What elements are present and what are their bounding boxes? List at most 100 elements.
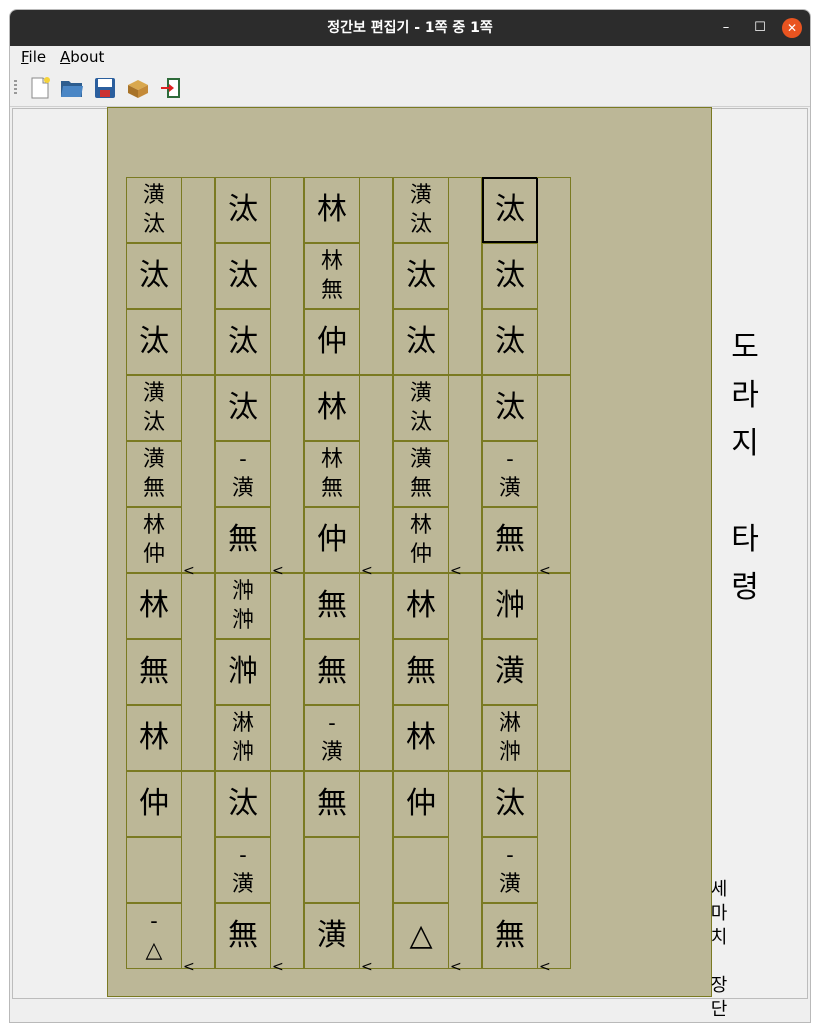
jeonggan-cell[interactable]: 林仲 [393,507,449,573]
jeonggan-cell[interactable]: 無 [482,903,538,969]
jeonggan-cell[interactable]: 仲 [304,507,360,573]
jeonggan-cell[interactable]: 林無 [304,243,360,309]
gak-divider [448,177,482,375]
toolbar-grip[interactable] [14,80,17,96]
jeonggan-cell[interactable]: 仲 [393,771,449,837]
jeonggan-cell[interactable]: 潢 [482,639,538,705]
jeonggan-cell[interactable]: 汰 [126,309,182,375]
jeonggan-cell[interactable]: 浺 [215,639,271,705]
jeonggan-cell[interactable]: 浺 [482,573,538,639]
jeonggan-cell[interactable]: 林 [393,573,449,639]
gak-divider [359,177,393,375]
close-button[interactable]: ✕ [782,18,802,38]
jeonggan-cell[interactable]: -潢 [215,837,271,903]
jeonggan-cell[interactable]: -潢 [482,837,538,903]
open-folder-icon[interactable] [60,76,84,100]
gak-divider [181,375,215,573]
jeonggan-cell[interactable]: 無 [304,573,360,639]
jeonggan-cell[interactable]: 無 [482,507,538,573]
jeonggan-cell[interactable]: 林 [304,375,360,441]
score-sheet: 潢汰汰汰潢汰潢無林仲林無林仲 - △ < < 汰汰汰汰 - 潢無浺浺浺淋浺汰 - 潢無 < < 林林無仲… [107,107,759,1020]
gak-divider [537,771,571,969]
jeonggan-cell[interactable]: 浺浺 [215,573,271,639]
note-glyph: 浺 [498,740,521,765]
exit-icon[interactable] [159,76,183,100]
jeonggan-cell[interactable]: 潢無 [126,441,182,507]
jeonggan-cell[interactable]: 潢汰 [393,177,449,243]
note-glyph: 林 [406,588,436,623]
note-glyph: - [239,447,247,472]
new-file-icon[interactable] [28,76,52,100]
note-glyph: 無 [142,476,165,501]
jeonggan-cell[interactable]: 潢汰 [126,177,182,243]
jeonggan-cell[interactable]: 林 [304,177,360,243]
menu-file[interactable]: File [21,48,46,66]
title-bar[interactable]: 정간보 편집기 - 1쪽 중 1쪽 – ☐ ✕ [10,10,810,46]
jeonggan-cell[interactable]: 林無 [304,441,360,507]
jeonggan-cell[interactable]: 汰 [215,243,271,309]
menu-about[interactable]: About [60,48,104,66]
jeonggan-cell[interactable]: 林 [393,705,449,771]
jeonggan-cell[interactable]: 無 [304,639,360,705]
note-glyph: 汰 [406,258,436,293]
jeonggan-cell[interactable] [393,837,449,903]
menu-about-label: bout [70,48,105,66]
jeonggan-cell[interactable]: 無 [304,771,360,837]
jeonggan-cell[interactable]: 無 [215,507,271,573]
note-glyph: 潢 [409,381,432,406]
jeonggan-cell[interactable]: 無 [393,639,449,705]
note-glyph: 浺 [231,579,254,604]
note-glyph: 浺 [231,740,254,765]
jeonggan-cell[interactable] [304,837,360,903]
jeonggan-cell[interactable]: 汰 [215,177,271,243]
jeonggan-cell[interactable]: 汰 [126,243,182,309]
jeonggan-cell[interactable] [126,837,182,903]
note-glyph: 淋 [498,711,521,736]
jeonggan-cell[interactable]: -潢 [304,705,360,771]
jeonggan-cell[interactable]: 汰 [482,243,538,309]
jeonggan-cell[interactable]: 淋浺 [215,705,271,771]
jeonggan-cell[interactable]: 無 [215,903,271,969]
phrase-end-arrow: < [450,959,462,975]
note-glyph: 潢 [142,447,165,472]
jeonggan-cell[interactable]: 汰 [215,309,271,375]
jeonggan-cell[interactable]: 汰 [482,177,538,243]
jeonggan-cell[interactable]: 汰 [482,771,538,837]
jeonggan-cell[interactable]: 汰 [482,375,538,441]
jeonggan-cell[interactable]: 汰 [215,771,271,837]
jeonggan-cell[interactable]: 汰 [215,375,271,441]
note-glyph: 林 [320,447,343,472]
jeonggan-cell[interactable]: 仲 [126,771,182,837]
jeonggan-cell[interactable]: 淋浺 [482,705,538,771]
rhythm-char: 세 [710,879,728,900]
jeonggan-cell[interactable]: △ [393,903,449,969]
note-glyph: 潢 [320,740,343,765]
jeonggan-cell[interactable]: -潢 [482,441,538,507]
jeonggan-cell[interactable]: -潢 [215,441,271,507]
jeonggan-cell[interactable]: 汰 [482,309,538,375]
jeonggan-cell[interactable]: 潢汰 [393,375,449,441]
jeonggan-cell[interactable]: 仲 [304,309,360,375]
jeonggan-cell[interactable]: 林仲 [126,507,182,573]
rhythm-char: 치 [710,927,728,948]
title-char: 도 [731,330,759,365]
jeonggan-cell[interactable]: 林 [126,573,182,639]
maximize-button[interactable]: ☐ [750,18,770,38]
note-glyph: 無 [317,588,347,623]
rhythm-char: 장 [710,975,728,996]
jeonggan-cell[interactable]: 汰 [393,309,449,375]
jeonggan-cell[interactable]: 潢汰 [126,375,182,441]
jeonggan-cell[interactable]: - △ [126,903,182,969]
jeonggan-cell[interactable]: 潢無 [393,441,449,507]
save-icon[interactable] [93,76,117,100]
jeonggan-cell[interactable]: 潢 [304,903,360,969]
toolbar [10,68,810,107]
jeonggan-cell[interactable]: 無 [126,639,182,705]
note-glyph: △ [145,938,163,963]
jeonggan-cell[interactable]: 林 [126,705,182,771]
jeonggan-cell[interactable]: 汰 [393,243,449,309]
gak-divider [537,573,571,771]
package-icon[interactable] [126,76,150,100]
minimize-button[interactable]: – [716,18,736,38]
title-char: 령 [731,570,759,605]
